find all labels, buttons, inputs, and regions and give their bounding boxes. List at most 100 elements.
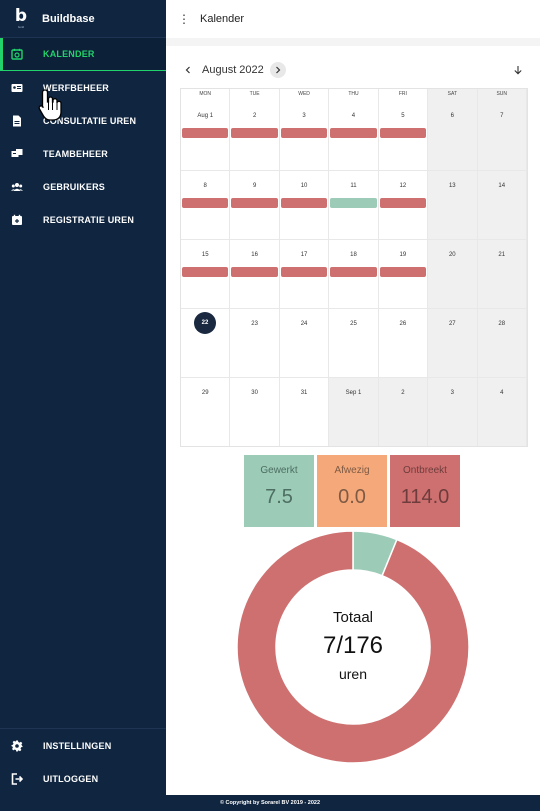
day-number: 2 [252, 113, 257, 119]
calendar-day[interactable]: 31 [280, 378, 330, 446]
missing-hours-bar[interactable] [379, 198, 427, 208]
stat-gewerkt-label: Gewerkt [260, 465, 298, 476]
calendar-day[interactable]: 15 [181, 240, 231, 308]
calendar-day[interactable]: 3 [428, 378, 478, 446]
calendar-day[interactable]: 11 [329, 171, 379, 239]
calendar-day[interactable]: 7 [477, 101, 527, 170]
missing-hours-bar[interactable] [379, 128, 427, 138]
day-number: 25 [350, 321, 357, 327]
calendar-day[interactable]: 26 [379, 309, 429, 377]
day-number: 4 [351, 113, 356, 119]
brand[interactable]: b build Buildbase [0, 0, 166, 38]
calendar-grid: MON TUE WED THU FRI SAT SUN Aug 1 2 3 4 5 6 7 8 9 10 11 1… [180, 88, 528, 447]
missing-hours-bar[interactable] [231, 198, 278, 208]
missing-hours-bar[interactable] [182, 198, 229, 208]
missing-hours-bar[interactable] [330, 128, 377, 138]
calendar-day[interactable]: 4 [477, 378, 527, 446]
calendar-day[interactable]: 14 [477, 171, 527, 239]
weekday-header-row: MON TUE WED THU FRI SAT SUN [181, 89, 527, 101]
calendar-day[interactable]: 20 [428, 240, 478, 308]
arrow-down-icon [514, 66, 522, 75]
day-number: 8 [203, 183, 207, 189]
sidebar-item-label: TEAMBEHEER [43, 148, 109, 159]
calendar-day[interactable]: 25 [329, 309, 379, 377]
calendar-day[interactable]: Sep 1 [329, 378, 379, 446]
missing-hours-bar[interactable] [182, 267, 229, 277]
calendar-day[interactable]: 9 [230, 171, 280, 239]
day-number: 15 [201, 252, 209, 258]
donut-total-unit: uren [338, 665, 368, 682]
sidebar-nav: KALENDER WERFBEHEER CONSULTATIE UREN TEAMBE… [0, 38, 166, 236]
missing-hours-bar[interactable] [182, 128, 229, 138]
calendar-day[interactable]: 12 [379, 171, 429, 239]
calendar-check-icon [10, 47, 24, 61]
missing-hours-bar[interactable] [330, 267, 377, 277]
kebab-menu-icon[interactable]: ⋮ [178, 12, 190, 26]
calendar-week: 15 16 17 18 19 20 21 [181, 239, 527, 308]
id-card-icon [10, 81, 24, 95]
calendar-day[interactable]: 27 [428, 309, 478, 377]
calendar-day[interactable]: 2 [378, 378, 429, 446]
missing-hours-bar[interactable] [280, 128, 328, 138]
day-number: 26 [399, 321, 407, 327]
sidebar-item-consultatie-uren[interactable]: CONSULTATIE UREN [0, 104, 166, 137]
calendar-day[interactable]: 24 [280, 309, 330, 377]
weekday-header: MON [181, 89, 231, 101]
prev-month-button[interactable] [180, 62, 196, 78]
calendar-day[interactable]: 3 [280, 101, 330, 170]
calendar-day[interactable]: 10 [280, 171, 330, 239]
sidebar-bottom-item-label: UITLOGGEN [43, 773, 99, 784]
sidebar-item-registratie-uren[interactable]: REGISTRATIE UREN [0, 203, 166, 236]
day-number: 30 [251, 390, 258, 396]
calendar-day[interactable]: 18 [329, 240, 379, 308]
calendar-day[interactable]: 6 [428, 101, 478, 170]
day-number: Sep 1 [345, 390, 362, 396]
calendar-day[interactable]: 22 [181, 309, 231, 377]
download-button[interactable] [510, 62, 526, 78]
missing-hours-bar[interactable] [280, 198, 328, 208]
weekday-header: SAT [428, 89, 478, 101]
day-number: 29 [201, 390, 209, 396]
weekday-header: SUN [477, 89, 527, 101]
calendar-day[interactable]: 30 [230, 378, 280, 446]
today-badge[interactable]: 22 [194, 312, 216, 334]
weekday-header: TUE [230, 89, 280, 101]
sidebar-item-kalender[interactable]: KALENDER [0, 38, 166, 71]
day-number: 12 [399, 183, 407, 189]
calendar-day[interactable]: 4 [329, 101, 379, 170]
calendar-day[interactable]: 23 [230, 309, 280, 377]
day-number: 4 [500, 390, 504, 396]
sidebar-bottom-item-uitloggen[interactable]: UITLOGGEN [0, 762, 166, 795]
calendar-week: 22 23 24 25 26 27 28 [181, 308, 527, 377]
sidebar-bottom-nav: INSTELLINGEN UITLOGGEN [0, 728, 166, 795]
worked-hours-bar[interactable] [330, 198, 377, 208]
sidebar-item-teambeheer[interactable]: TEAMBEHEER [0, 137, 166, 170]
calendar-day[interactable]: 19 [379, 240, 429, 308]
next-month-button[interactable] [269, 62, 286, 78]
calendar-day[interactable]: 21 [477, 240, 527, 308]
calendar-day[interactable]: 8 [181, 171, 231, 239]
calendar-day[interactable]: 16 [230, 240, 280, 308]
stat-ontbreekt-label: Ontbreekt [403, 465, 447, 476]
weekday-header: THU [329, 89, 379, 101]
missing-hours-bar[interactable] [231, 128, 278, 138]
missing-hours-bar[interactable] [379, 267, 427, 277]
missing-hours-bar[interactable] [231, 267, 278, 277]
missing-hours-bar[interactable] [280, 267, 328, 277]
sidebar-bottom-item-instellingen[interactable]: INSTELLINGEN [0, 729, 166, 762]
sidebar-item-label: GEBRUIKERS [43, 181, 106, 192]
brand-logo-letter: b [14, 5, 28, 26]
calendar-add-icon [10, 213, 24, 227]
calendar-day[interactable]: 13 [428, 171, 478, 239]
calendar-day[interactable]: 5 [379, 101, 429, 170]
calendar-day[interactable]: 2 [230, 101, 280, 170]
calendar-day[interactable]: 17 [280, 240, 330, 308]
footer-copyright: © Copyright by Sorarel BV 2019 - 2022 [0, 795, 540, 811]
calendar-day[interactable]: 29 [181, 378, 231, 446]
calendar-day[interactable]: Aug 1 [181, 101, 231, 170]
divider [166, 38, 540, 46]
sidebar-item-werfbeheer[interactable]: WERFBEHEER [0, 71, 166, 104]
calendar-day[interactable]: 28 [477, 309, 527, 377]
calendar-header: August 2022 [180, 60, 530, 80]
sidebar-item-gebruikers[interactable]: GEBRUIKERS [0, 170, 166, 203]
